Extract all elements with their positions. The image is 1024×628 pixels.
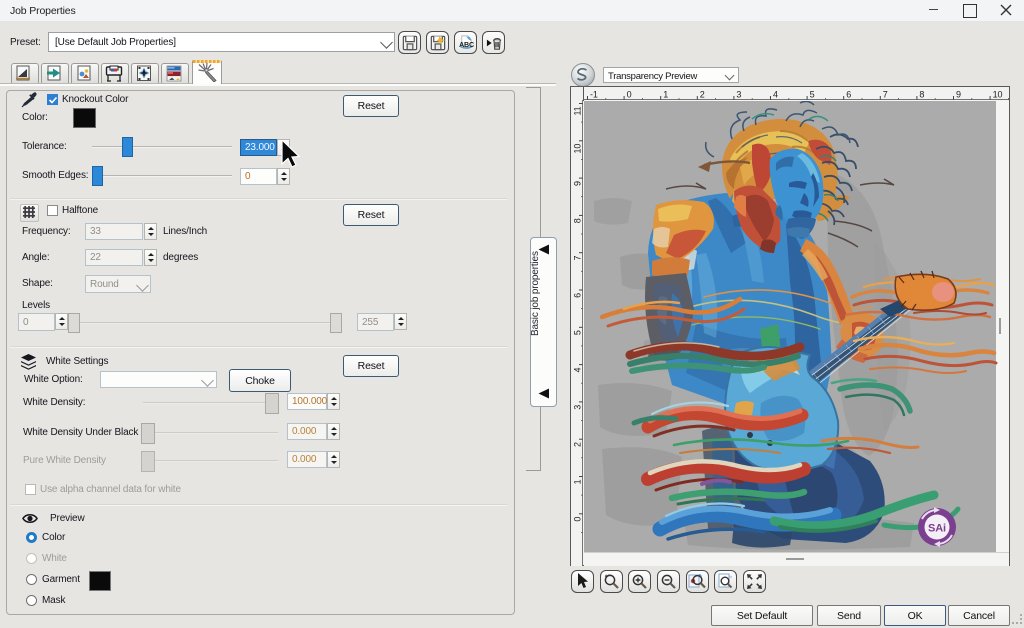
svg-text:6: 6	[846, 90, 851, 100]
svg-text:2: 2	[573, 442, 583, 447]
svg-text:9: 9	[956, 90, 961, 100]
svg-text:7: 7	[883, 90, 888, 100]
svg-text:3: 3	[573, 405, 583, 410]
svg-text:1: 1	[663, 90, 668, 100]
svg-text:8: 8	[919, 90, 924, 100]
svg-text:10: 10	[573, 144, 583, 154]
svg-text:0: 0	[627, 90, 632, 100]
svg-text:1: 1	[573, 479, 583, 484]
svg-text:3: 3	[736, 90, 741, 100]
svg-text:7: 7	[573, 256, 583, 261]
svg-text:6: 6	[573, 293, 583, 298]
svg-text:4: 4	[773, 90, 778, 100]
svg-text:2: 2	[700, 90, 705, 100]
svg-text:9: 9	[573, 181, 583, 186]
svg-text:SAi: SAi	[928, 523, 946, 535]
svg-text:11: 11	[573, 106, 583, 115]
svg-text:ABC: ABC	[459, 41, 474, 49]
svg-text:8: 8	[573, 218, 583, 223]
svg-text:-1: -1	[590, 90, 598, 100]
svg-text:5: 5	[573, 330, 583, 335]
svg-text:5: 5	[810, 90, 815, 100]
svg-text:10: 10	[993, 90, 1003, 100]
svg-text:4: 4	[573, 367, 583, 372]
svg-text:0: 0	[573, 517, 583, 522]
